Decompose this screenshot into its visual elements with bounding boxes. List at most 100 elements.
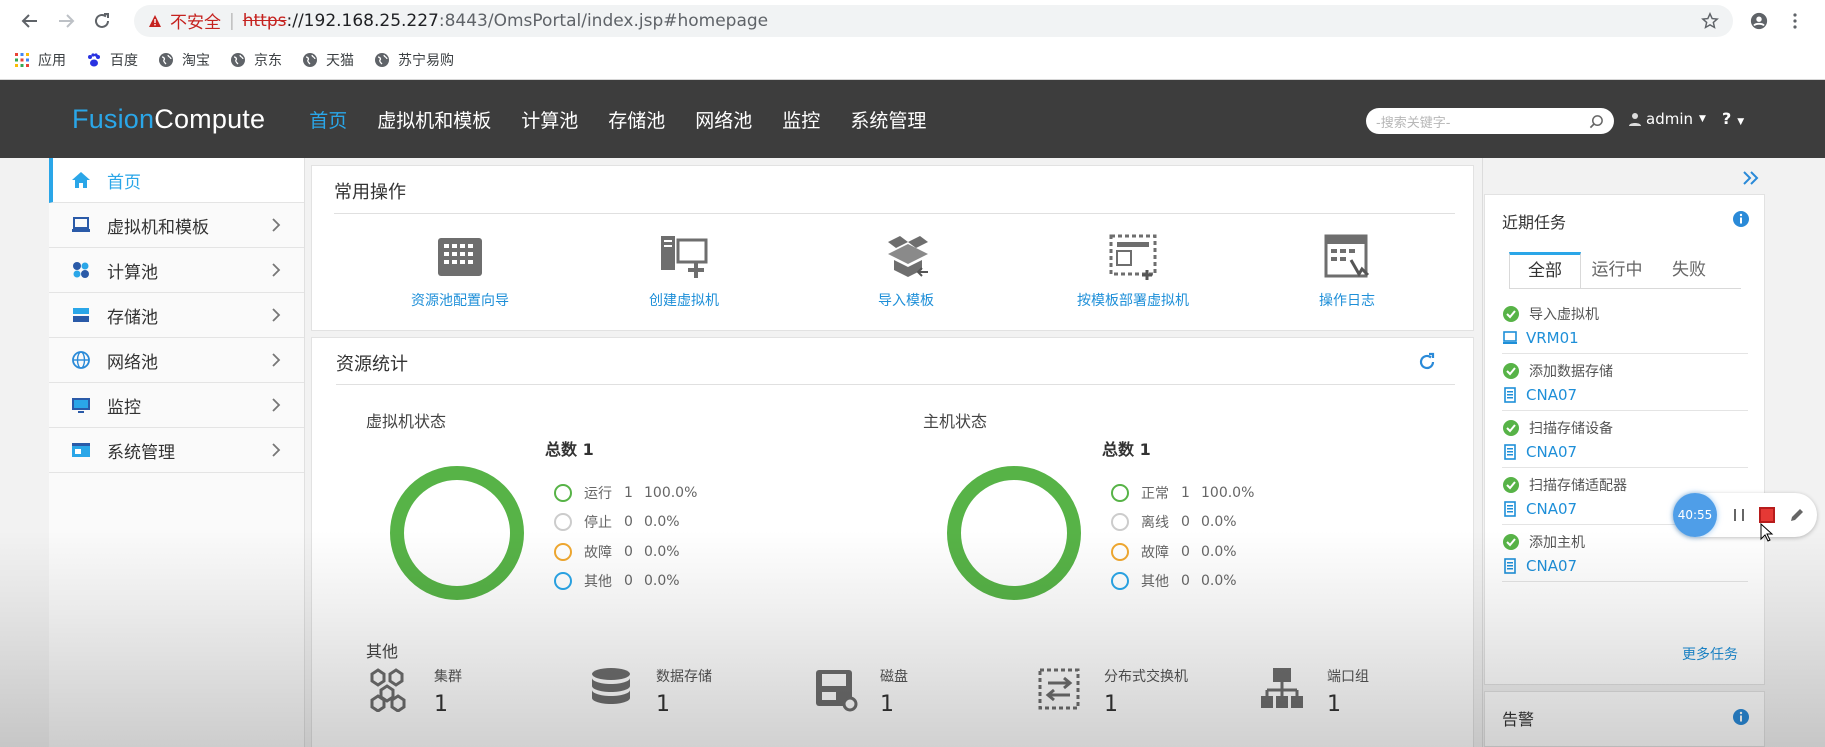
other-item-datastore[interactable]: 数据存储 1 bbox=[588, 666, 712, 717]
other-item-name: 数据存储 bbox=[656, 669, 712, 685]
security-warning-label[interactable]: 不安全 bbox=[170, 8, 221, 33]
legend-count: 0 bbox=[1181, 543, 1190, 560]
task-filter-tabs: 全部 运行中 失败 bbox=[1509, 252, 1741, 289]
task-resource-link[interactable]: CNA07 bbox=[1526, 443, 1577, 461]
collapse-panel-icon[interactable] bbox=[1742, 170, 1760, 186]
compute-pool-icon bbox=[73, 262, 89, 278]
database-icon bbox=[592, 668, 630, 704]
sidebar-item-vms-templates[interactable]: 虚拟机和模板 bbox=[49, 203, 304, 248]
host-status-legend: 正常 1 100.0% 离线 0 0.0% 故障 0 0.0% 其他 0 0.0% bbox=[1111, 478, 1254, 596]
host-status-donut bbox=[947, 466, 1081, 600]
search-icon[interactable] bbox=[1589, 114, 1604, 129]
sidebar-item-label: 存储池 bbox=[107, 307, 158, 328]
other-item-dvswitch[interactable]: 分布式交换机 1 bbox=[1036, 666, 1188, 717]
bookmark-jd[interactable]: 京东 bbox=[230, 50, 282, 70]
help-menu[interactable]: ? ▼ bbox=[1722, 109, 1744, 128]
pen-icon[interactable] bbox=[1789, 507, 1805, 523]
other-item-name: 磁盘 bbox=[880, 669, 908, 685]
logo-compute: Compute bbox=[154, 103, 266, 134]
bookmark-apps[interactable]: 应用 bbox=[14, 50, 66, 70]
tab-all[interactable]: 全部 bbox=[1509, 252, 1581, 288]
op-label: 导入模板 bbox=[878, 293, 934, 309]
success-check-icon bbox=[1503, 306, 1519, 322]
disk-icon bbox=[816, 670, 858, 712]
resource-pool-wizard-button[interactable]: 资源池配置向导 bbox=[400, 232, 520, 310]
task-name: 扫描存储适配器 bbox=[1529, 478, 1627, 494]
vm-total-count: 总数 1 bbox=[545, 440, 594, 459]
tab-running[interactable]: 运行中 bbox=[1581, 252, 1653, 288]
task-resource-link[interactable]: CNA07 bbox=[1526, 386, 1577, 404]
bookmark-suning[interactable]: 苏宁易购 bbox=[374, 50, 454, 70]
refresh-icon[interactable] bbox=[1417, 352, 1437, 372]
reload-icon bbox=[95, 12, 109, 28]
logo-fusion: Fusion bbox=[72, 103, 155, 134]
create-vm-button[interactable]: 创建虚拟机 bbox=[624, 232, 744, 310]
browser-toolbar: 不安全 | https://192.168.25.227:8443/OmsPor… bbox=[0, 0, 1825, 41]
bookmarks-bar: 应用 百度 淘宝 京东 天猫 苏宁易购 bbox=[0, 41, 1825, 80]
task-resource-link[interactable]: VRM01 bbox=[1526, 329, 1579, 347]
main-layout: 首页 虚拟机和模板 计算池 存储池 网络池 监控 系统管理 常用操作 资源池配置… bbox=[0, 158, 1825, 747]
legend-row-other: 其他 0 0.0% bbox=[554, 567, 697, 597]
sidebar-item-storage-pool[interactable]: 存储池 bbox=[49, 293, 304, 338]
sidebar-item-home[interactable]: 首页 bbox=[49, 158, 304, 203]
other-item-portgroup[interactable]: 端口组 1 bbox=[1259, 666, 1369, 717]
sidebar-item-system-admin[interactable]: 系统管理 bbox=[49, 428, 304, 473]
bookmark-star-icon[interactable] bbox=[1701, 11, 1719, 30]
sidebar-item-label: 虚拟机和模板 bbox=[107, 217, 209, 238]
bookmark-taobao[interactable]: 淘宝 bbox=[158, 50, 210, 70]
nav-monitoring[interactable]: 监控 bbox=[782, 106, 820, 133]
host-icon bbox=[1504, 444, 1516, 460]
task-resource-link[interactable]: CNA07 bbox=[1526, 557, 1577, 575]
legend-count: 1 bbox=[1181, 484, 1190, 501]
pause-icon[interactable] bbox=[1731, 507, 1747, 523]
legend-name: 故障 bbox=[1141, 544, 1169, 561]
status-dot-icon bbox=[1111, 572, 1129, 591]
nav-storage-pool[interactable]: 存储池 bbox=[608, 106, 665, 133]
legend-name: 运行 bbox=[584, 485, 612, 502]
info-icon[interactable] bbox=[1732, 708, 1750, 726]
op-label: 操作日志 bbox=[1319, 293, 1375, 309]
sidebar-item-network-pool[interactable]: 网络池 bbox=[49, 338, 304, 383]
info-icon[interactable] bbox=[1732, 210, 1750, 228]
other-item-disk[interactable]: 磁盘 1 bbox=[812, 666, 908, 717]
address-bar[interactable]: 不安全 | https://192.168.25.227:8443/OmsPor… bbox=[134, 4, 1733, 37]
task-resource-link[interactable]: CNA07 bbox=[1526, 500, 1577, 518]
mouse-cursor-icon bbox=[1760, 523, 1774, 542]
other-item-cluster[interactable]: 集群 1 bbox=[366, 666, 462, 717]
forward-button[interactable] bbox=[48, 3, 84, 39]
stop-button[interactable] bbox=[1759, 507, 1775, 523]
sidebar-item-label: 监控 bbox=[107, 397, 141, 418]
legend-pct: 0.0% bbox=[644, 514, 680, 531]
nav-network-pool[interactable]: 网络池 bbox=[695, 106, 752, 133]
nav-vms-templates[interactable]: 虚拟机和模板 bbox=[377, 106, 491, 133]
operation-log-button[interactable]: 操作日志 bbox=[1292, 232, 1402, 310]
template-deploy-icon bbox=[1109, 234, 1157, 280]
profile-button[interactable] bbox=[1741, 3, 1777, 39]
back-button[interactable] bbox=[12, 3, 48, 39]
status-dot-icon bbox=[554, 572, 572, 591]
more-tasks-link[interactable]: 更多任务 bbox=[1682, 644, 1738, 664]
status-dot-icon bbox=[554, 542, 572, 561]
import-template-button[interactable]: 导入模板 bbox=[846, 232, 966, 310]
tab-failed[interactable]: 失败 bbox=[1653, 252, 1725, 288]
browser-menu-button[interactable] bbox=[1777, 3, 1813, 39]
other-item-value: 1 bbox=[1327, 692, 1341, 717]
baidu-paw-icon bbox=[88, 53, 100, 67]
keyboard-grid-icon bbox=[438, 238, 482, 276]
sidebar-item-monitoring[interactable]: 监控 bbox=[49, 383, 304, 428]
fusioncompute-logo[interactable]: FusionCompute bbox=[72, 104, 265, 135]
other-title: 其他 bbox=[366, 642, 399, 661]
other-item-value: 1 bbox=[880, 692, 894, 717]
storage-pool-icon bbox=[73, 308, 89, 322]
sidebar-item-compute-pool[interactable]: 计算池 bbox=[49, 248, 304, 293]
nav-compute-pool[interactable]: 计算池 bbox=[521, 106, 578, 133]
deploy-vm-from-template-button[interactable]: 按模板部署虚拟机 bbox=[1058, 232, 1208, 310]
reload-button[interactable] bbox=[84, 3, 120, 39]
bookmark-baidu[interactable]: 百度 bbox=[86, 50, 138, 70]
bookmark-tmall[interactable]: 天猫 bbox=[302, 50, 354, 70]
search-input[interactable]: -搜索关键字- bbox=[1366, 108, 1614, 134]
other-item-value: 1 bbox=[656, 692, 670, 717]
user-menu[interactable]: admin ▼ bbox=[1628, 110, 1706, 128]
nav-system-admin[interactable]: 系统管理 bbox=[850, 106, 926, 133]
nav-home[interactable]: 首页 bbox=[309, 106, 347, 133]
